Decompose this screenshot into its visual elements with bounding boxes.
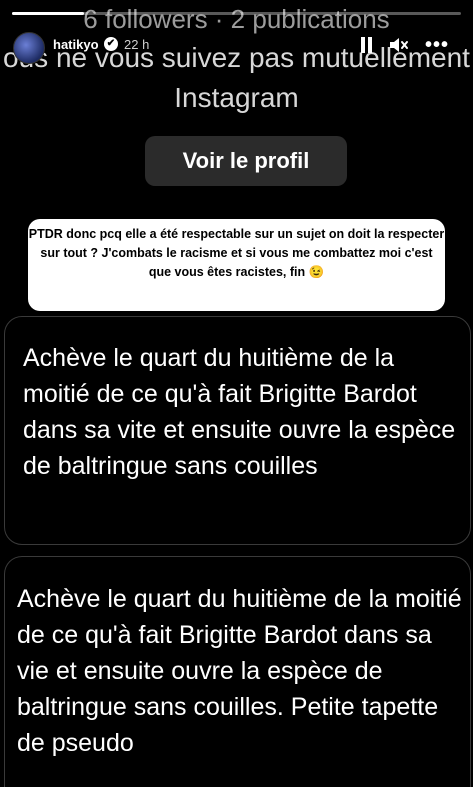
instagram-label: Instagram [174,82,299,113]
avatar[interactable] [13,32,45,64]
message-bubble: Achève le quart du huitième de la moitié… [4,316,471,545]
story-username[interactable]: hatikyo [53,37,99,52]
message-text: Achève le quart du huitième de la moitié… [23,344,456,480]
message-text: Achève le quart du huitième de la moitié… [17,585,462,757]
more-options-icon[interactable]: ••• [425,34,449,57]
story-progress-fill [12,12,84,15]
story-top-bar: hatikyo ✔ 22 h ••• [0,28,473,64]
pause-icon[interactable] [360,37,374,53]
view-profile-button[interactable]: Voir le profil [145,136,347,186]
story-text-sticker: PTDR donc pcq elle a été respectable sur… [28,219,445,311]
story-timestamp: 22 h [124,37,150,52]
mute-icon[interactable] [389,36,409,54]
story-progress-bar [12,12,461,15]
message-bubble: Achève le quart du huitième de la moitié… [4,556,471,787]
verified-badge-icon: ✔ [104,37,118,51]
